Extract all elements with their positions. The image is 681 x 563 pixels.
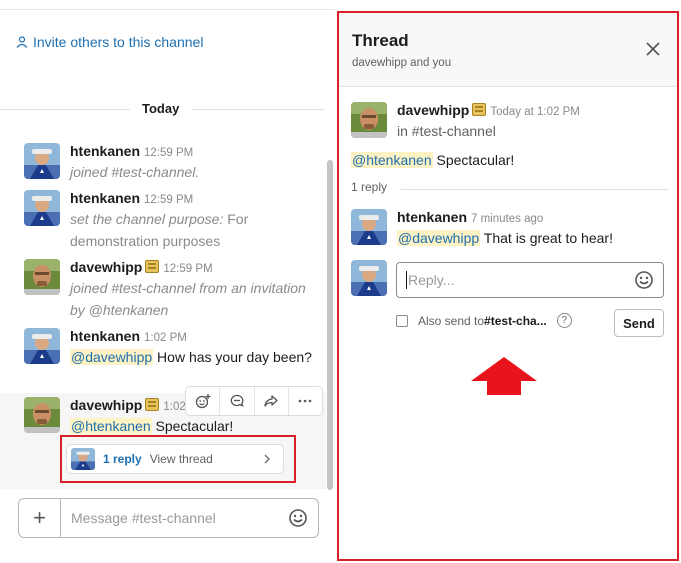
thread-header: Thread davewhipp and you <box>339 13 677 87</box>
invite-link-label[interactable]: Invite others to this channel <box>33 34 203 50</box>
message-timestamp[interactable]: Today at 1:02 PM <box>490 106 580 118</box>
avatar[interactable] <box>24 397 60 433</box>
message-author[interactable]: htenkanen <box>70 190 140 206</box>
top-divider <box>0 0 335 10</box>
highlight-box <box>60 435 296 483</box>
mention-link[interactable]: @htenkanen <box>70 418 152 434</box>
message-author[interactable]: htenkanen <box>397 209 467 225</box>
help-icon[interactable]: ? <box>556 313 572 328</box>
channel-link[interactable]: in #test-channel <box>397 120 580 142</box>
reply-count-label: 1 reply <box>351 180 388 194</box>
message-text: Spectacular! <box>432 152 515 168</box>
avatar <box>351 260 387 296</box>
message-author[interactable]: htenkanen <box>70 328 140 344</box>
message-timestamp[interactable]: 12:59 PM <box>144 147 193 159</box>
message-author[interactable]: davewhipp <box>397 102 469 118</box>
arrow-up-icon <box>471 357 537 395</box>
status-emoji-icon <box>145 398 160 411</box>
message-text: joined #test-channel. <box>70 164 200 180</box>
reply-input-placeholder[interactable]: Reply... <box>408 272 634 288</box>
message-timestamp[interactable]: 12:59 PM <box>144 194 193 206</box>
message-author[interactable]: davewhipp <box>70 397 142 413</box>
reply-divider <box>401 189 669 190</box>
share-message-button[interactable] <box>255 387 289 415</box>
text-caret <box>406 271 407 289</box>
share-icon <box>264 395 278 407</box>
message-text: That is great to hear! <box>480 230 613 246</box>
day-separator-label: Today <box>130 101 192 116</box>
avatar[interactable] <box>24 143 60 179</box>
plus-icon: + <box>33 505 46 530</box>
smile-icon[interactable] <box>288 508 308 528</box>
message-timestamp[interactable]: 12:59 PM <box>163 263 212 275</box>
thread-title: Thread <box>352 31 409 50</box>
more-actions-button[interactable] <box>289 387 322 415</box>
message-timestamp[interactable]: 1:02 PM <box>144 332 187 344</box>
avatar[interactable] <box>351 102 387 138</box>
message-text: Spectacular! <box>151 418 234 434</box>
also-send-label[interactable]: Also send to <box>418 314 484 328</box>
comment-icon <box>230 394 244 407</box>
message-composer: + Message #test-channel <box>18 498 319 538</box>
avatar[interactable] <box>24 190 60 226</box>
message-text-prefix: set the channel purpose: <box>70 211 224 227</box>
more-icon <box>299 399 312 403</box>
message-actions-toolbar <box>185 386 323 416</box>
message-author[interactable]: htenkanen <box>70 143 140 159</box>
scrollbar[interactable] <box>326 160 334 490</box>
message-text: joined #test-channel from an invitation … <box>70 280 306 318</box>
add-reaction-button[interactable] <box>186 387 221 415</box>
send-button[interactable]: Send <box>614 309 664 337</box>
also-send-checkbox[interactable] <box>396 314 408 327</box>
close-icon[interactable] <box>645 41 661 57</box>
mention-link[interactable]: @davewhipp <box>70 349 154 365</box>
emoji-react-icon <box>195 394 211 409</box>
message-text: How has your day been? <box>153 349 312 365</box>
also-send-option: Also send to #test-cha... ? <box>396 313 572 328</box>
avatar[interactable] <box>351 209 387 245</box>
message-input[interactable]: Message #test-channel <box>71 510 288 526</box>
status-emoji-icon <box>145 260 160 273</box>
attach-button[interactable]: + <box>19 499 61 537</box>
thread-subtitle: davewhipp and you <box>352 57 452 69</box>
message-timestamp[interactable]: 7 minutes ago <box>471 213 543 225</box>
also-send-channel[interactable]: #test-cha... <box>484 314 547 328</box>
thread-pane: Thread davewhipp and you davewhipp Today … <box>337 11 679 561</box>
avatar[interactable] <box>24 259 60 295</box>
user-icon <box>16 36 28 48</box>
reply-input[interactable]: Reply... <box>396 262 664 298</box>
invite-link[interactable]: Invite others to this channel <box>16 34 203 50</box>
message-author[interactable]: davewhipp <box>70 259 142 275</box>
channel-pane: Invite others to this channel Today hten… <box>0 0 335 563</box>
scrollbar-thumb[interactable] <box>327 160 333 490</box>
avatar[interactable] <box>24 328 60 364</box>
smile-icon[interactable] <box>634 270 654 290</box>
start-thread-button[interactable] <box>220 387 255 415</box>
mention-link[interactable]: @htenkanen <box>351 152 433 168</box>
day-separator: Today <box>0 100 325 120</box>
status-emoji-icon <box>472 103 487 116</box>
mention-link[interactable]: @davewhipp <box>397 230 481 246</box>
